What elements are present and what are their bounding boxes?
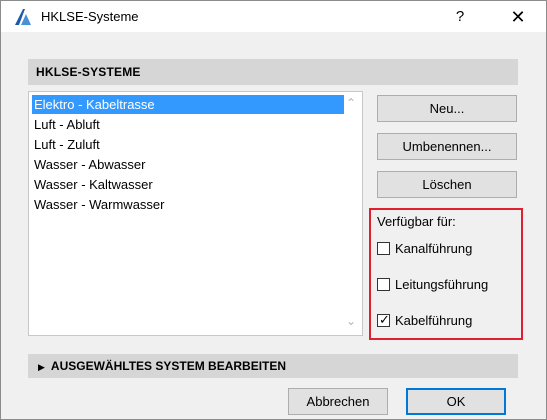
- ok-button[interactable]: OK: [406, 388, 506, 415]
- dialog-window: HKLSE-Systeme ? ✕ HKLSE-SYSTEME Elektro …: [0, 0, 547, 420]
- list-item[interactable]: Luft - Abluft: [32, 115, 102, 134]
- checkbox-label[interactable]: Leitungsführung: [395, 277, 488, 292]
- checkbox-box[interactable]: [377, 242, 390, 255]
- checkmark-icon: ✓: [379, 312, 390, 327]
- cancel-button[interactable]: Abbrechen: [288, 388, 388, 415]
- checkbox-label[interactable]: Kabelführung: [395, 313, 472, 328]
- list-item[interactable]: Luft - Zuluft: [32, 135, 102, 154]
- systems-list[interactable]: Elektro - Kabeltrasse Luft - Abluft Luft…: [28, 91, 363, 336]
- checkbox-box[interactable]: ✓: [377, 312, 390, 327]
- window-title: HKLSE-Systeme: [41, 9, 139, 24]
- scroll-down-icon[interactable]: ⌄: [346, 314, 356, 328]
- rename-button[interactable]: Umbenennen...: [377, 133, 517, 160]
- delete-button[interactable]: Löschen: [377, 171, 517, 198]
- archicad-app-icon: [15, 9, 31, 25]
- list-item[interactable]: Elektro - Kabeltrasse: [32, 95, 344, 114]
- close-button[interactable]: ✕: [501, 5, 535, 29]
- list-item[interactable]: Wasser - Abwasser: [32, 155, 148, 174]
- availability-label: Verfügbar für:: [377, 214, 456, 229]
- expand-arrow-icon: ▶: [38, 362, 45, 372]
- edit-system-section-toggle[interactable]: ▶ AUSGEWÄHLTES SYSTEM BEARBEITEN: [28, 354, 518, 378]
- section-header: HKLSE-SYSTEME: [28, 59, 518, 85]
- help-button[interactable]: ?: [445, 5, 475, 29]
- scroll-up-icon[interactable]: ⌃: [346, 96, 356, 110]
- new-button[interactable]: Neu...: [377, 95, 517, 122]
- edit-section-label: AUSGEWÄHLTES SYSTEM BEARBEITEN: [50, 359, 287, 373]
- checkbox-box[interactable]: [377, 278, 390, 291]
- availability-group: Verfügbar für: Kanalführung Leitungsführ…: [369, 208, 523, 340]
- title-bar: HKLSE-Systeme ? ✕: [1, 1, 546, 32]
- list-item[interactable]: Wasser - Warmwasser: [32, 195, 166, 214]
- checkbox-label[interactable]: Kanalführung: [395, 241, 472, 256]
- list-item[interactable]: Wasser - Kaltwasser: [32, 175, 155, 194]
